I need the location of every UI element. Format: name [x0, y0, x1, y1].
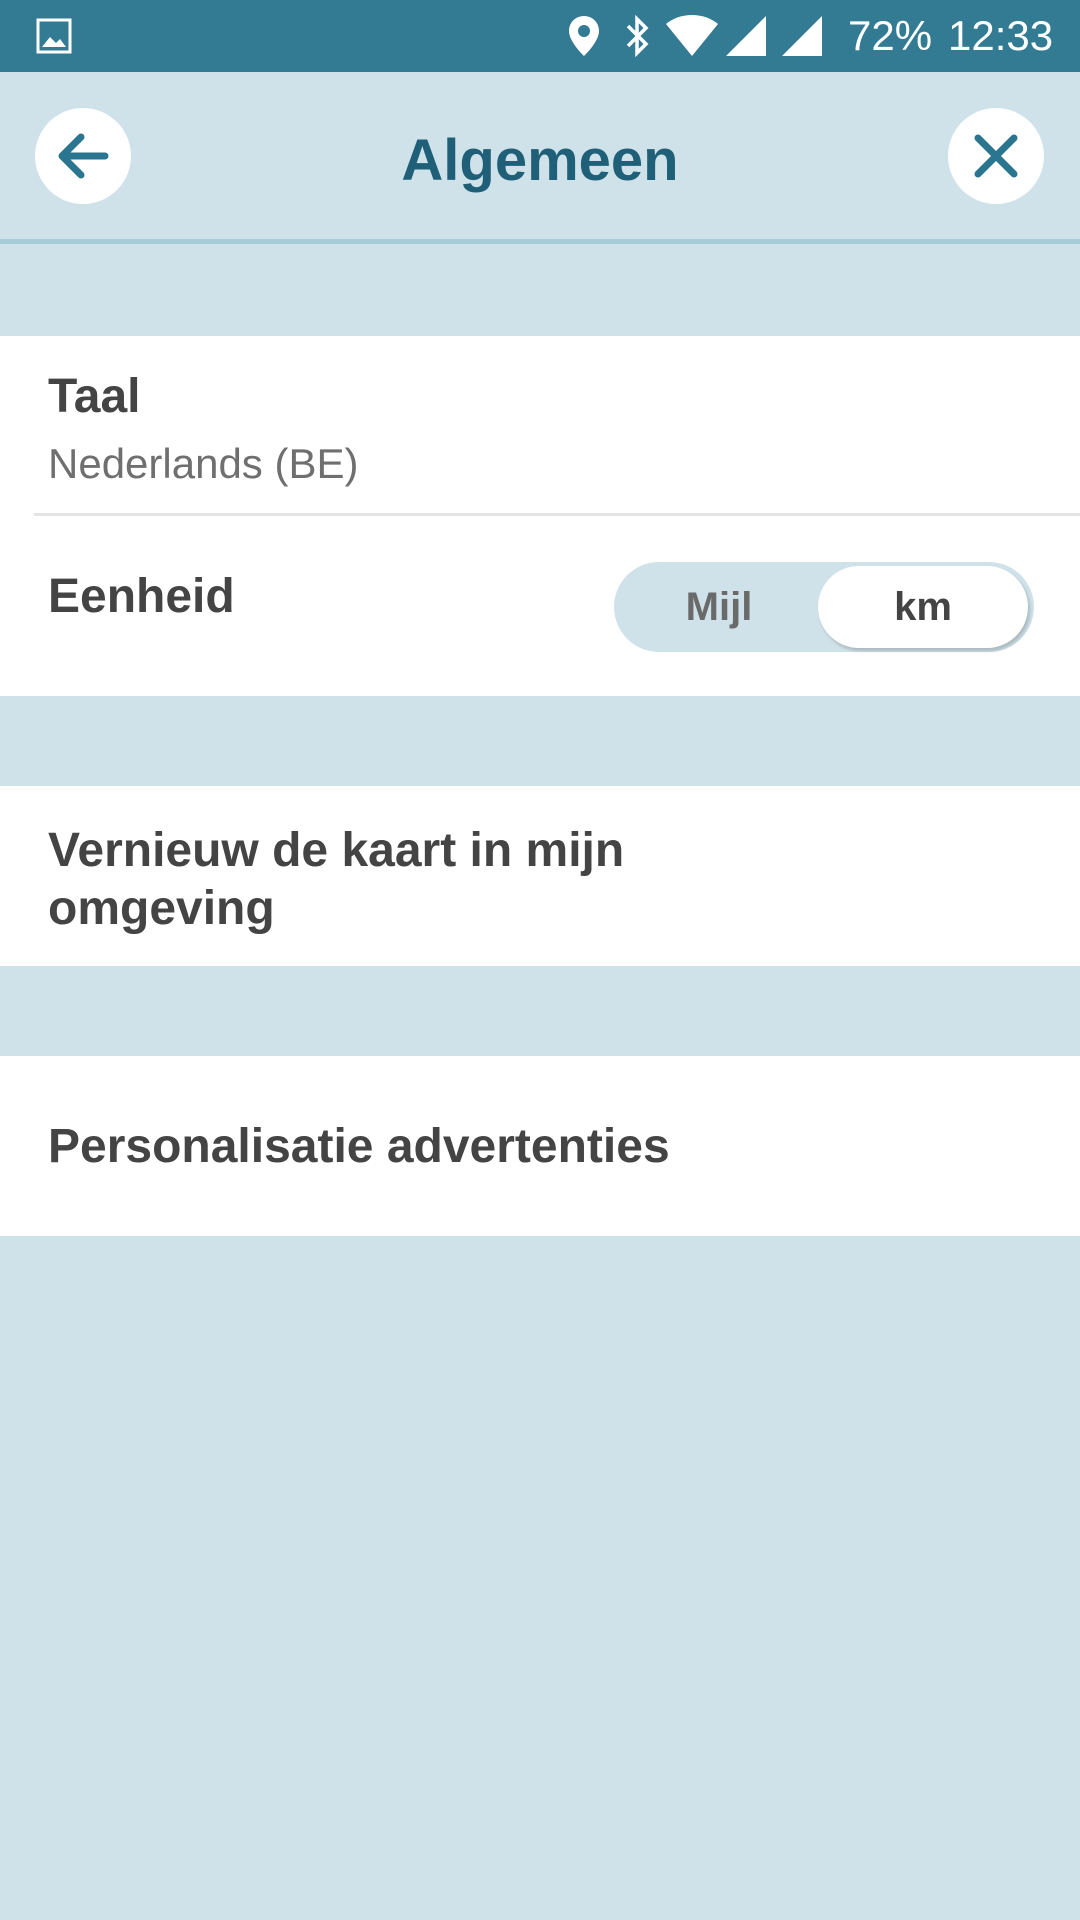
status-bar: 72% 12:33 [0, 0, 1080, 72]
ads-personalisation-label: Personalisatie advertenties [48, 1120, 670, 1173]
gallery-icon [36, 18, 72, 54]
clock: 12:33 [948, 12, 1054, 59]
location-icon [569, 16, 599, 56]
general-settings-section: Taal Nederlands (BE) Eenheid Mijl km [0, 336, 1080, 696]
signal-icon [782, 16, 822, 56]
header: Algemeen [0, 72, 1080, 244]
unit-label: Eenheid [48, 570, 235, 623]
battery-percentage: 72% [848, 12, 933, 59]
close-icon [974, 134, 1018, 178]
language-label: Taal [48, 370, 141, 423]
ads-personalisation-row[interactable]: Personalisatie advertenties [0, 1056, 1080, 1236]
wifi-icon [666, 15, 718, 56]
bluetooth-icon [626, 14, 649, 58]
refresh-map-row[interactable]: Vernieuw de kaart in mijn omgeving [0, 786, 1080, 966]
refresh-map-label-line1: Vernieuw de kaart in mijn [48, 824, 625, 877]
close-button[interactable] [948, 108, 1044, 204]
signal-icon [726, 16, 766, 56]
refresh-map-label-line2: omgeving [48, 882, 275, 935]
unit-toggle[interactable]: Mijl km [614, 562, 1034, 652]
page-title: Algemeen [401, 128, 679, 193]
unit-option-mile[interactable]: Mijl [614, 562, 824, 652]
language-setting-row[interactable]: Taal Nederlands (BE) [0, 336, 1080, 514]
language-value: Nederlands (BE) [48, 440, 359, 487]
unit-option-km[interactable]: km [818, 566, 1028, 648]
